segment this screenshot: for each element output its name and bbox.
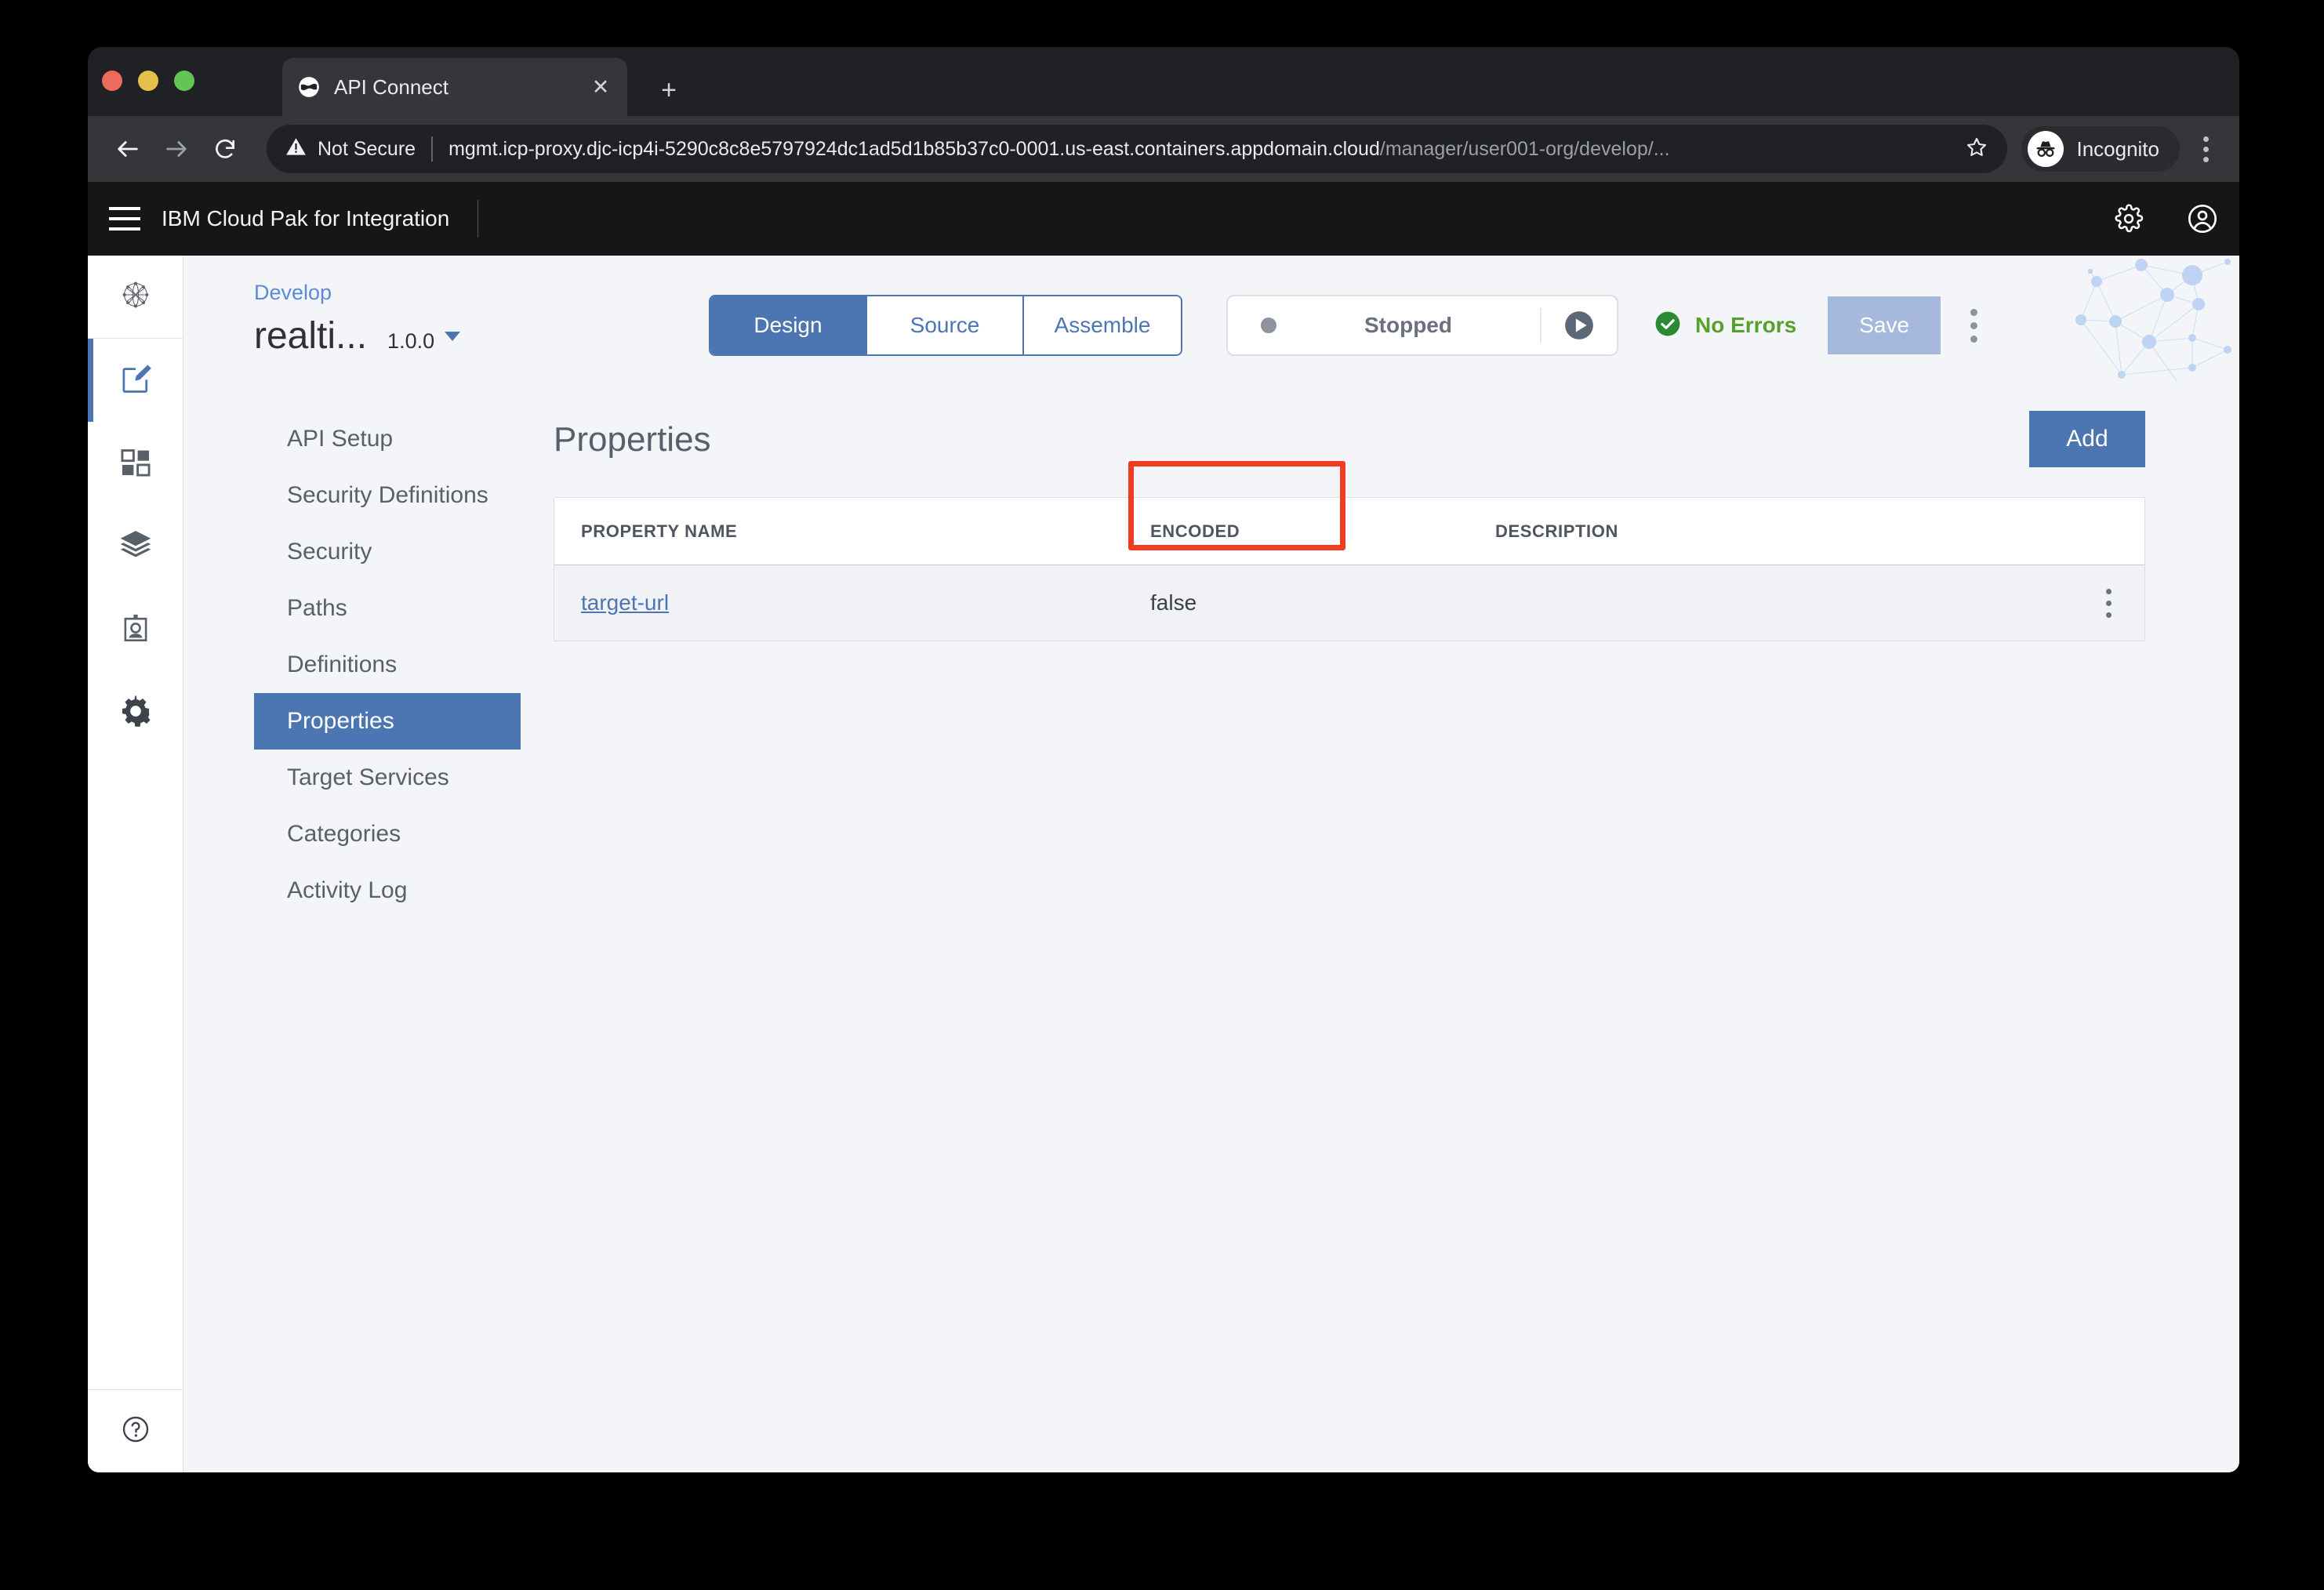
sidebar-item-api-setup[interactable]: API Setup [254,411,521,467]
breadcrumb[interactable]: Develop [254,281,693,305]
reload-icon[interactable] [201,125,249,173]
status-badge: Stopped [1276,313,1540,338]
gear-icon [119,695,152,731]
gear-icon[interactable] [2092,182,2166,256]
browser-toolbar: Not Secure mgmt.icp-proxy.djc-icp4i-5290… [88,116,2239,182]
security-status-label: Not Secure [318,138,416,161]
browser-window: API Connect ✕ + [88,47,2239,1472]
minimize-window-button[interactable] [138,71,158,91]
url-text: mgmt.icp-proxy.djc-icp4i-5290c8c8e579792… [448,138,1954,161]
api-status-control: Stopped [1226,295,1618,356]
browser-tab-title: API Connect [334,75,590,100]
page-title: realti... [254,314,367,358]
edit-document-icon [118,361,153,400]
table-header-row: PROPERTY NAME ENCODED DESCRIPTION [554,498,2144,565]
back-arrow-icon[interactable] [103,125,152,173]
kebab-menu-icon[interactable] [1956,296,1991,354]
api-title-block: Develop realti... 1.0.0 [254,273,693,358]
panel-head: Properties Add [554,411,2145,467]
tab-source[interactable]: Source [867,296,1024,354]
tab-design[interactable]: Design [710,296,867,354]
sidebar-item-activity-log[interactable]: Activity Log [254,862,521,919]
browser-tab-strip: API Connect ✕ + [88,47,2239,116]
sidebar-item-security-definitions[interactable]: Security Definitions [254,467,521,524]
property-name-link[interactable]: target-url [581,590,669,615]
star-icon[interactable] [1965,136,1988,163]
layers-icon [118,528,153,566]
sidebar-item-paths[interactable]: Paths [254,580,521,637]
api-version-label: 1.0.0 [387,329,434,354]
close-icon[interactable]: ✕ [590,77,612,98]
check-circle-icon [1653,309,1683,343]
maximize-window-button[interactable] [174,71,194,91]
product-title: IBM Cloud Pak for Integration [162,206,478,231]
content-area: Develop realti... 1.0.0 Design Source As… [183,256,2239,1472]
help-circle-icon [120,1414,151,1449]
url-host: mgmt.icp-proxy.djc-icp4i-5290c8c8e579792… [448,138,1380,160]
user-avatar-icon[interactable] [2166,182,2239,256]
api-toolbar: Design Source Assemble Stopped [693,273,2208,356]
cell-property-name: target-url [554,590,1150,615]
address-bar[interactable]: Not Secure mgmt.icp-proxy.djc-icp4i-5290… [267,125,2007,173]
hamburger-icon[interactable] [88,182,162,256]
incognito-profile-button[interactable]: Incognito [2021,126,2180,172]
sidebar-item-home[interactable] [88,256,183,339]
kebab-menu-icon[interactable] [2188,125,2224,173]
cell-encoded: false [1150,590,1495,615]
network-globe-icon [118,277,154,317]
status-dot-icon [1261,318,1276,333]
row-kebab-menu-icon[interactable] [2072,589,2144,618]
page-viewport: IBM Cloud Pak for Integration [88,182,2239,1472]
tab-assemble[interactable]: Assemble [1024,296,1181,354]
sidebar-item-stack[interactable] [88,505,183,588]
column-header-description: DESCRIPTION [1495,521,2072,542]
id-badge-icon [119,612,152,648]
sidebar-item-security[interactable]: Security [254,524,521,580]
browser-tab[interactable]: API Connect ✕ [282,58,627,116]
sidebar-item-dashboard[interactable] [88,422,183,505]
url-path: /manager/user001-org/develop/... [1380,138,1670,160]
window-controls [102,71,194,91]
sidebar-item-develop[interactable] [88,339,183,422]
new-tab-button[interactable]: + [655,77,682,103]
chevron-down-icon[interactable] [445,332,460,341]
app-header: IBM Cloud Pak for Integration [88,182,2239,256]
error-status: No Errors [1653,309,1796,343]
incognito-label: Incognito [2076,137,2159,162]
table-row[interactable]: target-url false [554,565,2144,641]
add-button[interactable]: Add [2029,411,2145,467]
app-body: Develop realti... 1.0.0 Design Source As… [88,256,2239,1472]
column-header-property-name: PROPERTY NAME [554,521,1150,542]
warning-triangle-icon [285,136,307,162]
save-button[interactable]: Save [1828,296,1941,354]
dashboard-tiles-icon [119,445,152,482]
sidebar-item-categories[interactable]: Categories [254,806,521,862]
globe-icon [298,76,320,98]
icon-rail [88,256,183,1472]
api-name-row: realti... 1.0.0 [254,314,693,358]
sidebar-item-identity[interactable] [88,588,183,671]
section-nav: API Setup Security Definitions Security … [254,394,521,1472]
properties-table: PROPERTY NAME ENCODED DESCRIPTION target… [554,497,2145,641]
panel-title: Properties [554,411,711,459]
rail-spacer [88,754,183,1389]
sidebar-item-definitions[interactable]: Definitions [254,637,521,693]
properties-panel: Properties Add PROPERTY NAME ENCODED DES… [521,394,2239,1472]
error-status-label: No Errors [1695,313,1796,338]
forward-arrow-icon[interactable] [152,125,201,173]
sidebar-item-target-services[interactable]: Target Services [254,750,521,806]
security-status[interactable]: Not Secure [285,136,433,162]
play-circle-icon[interactable] [1541,308,1617,343]
help-button[interactable] [88,1389,183,1472]
close-window-button[interactable] [102,71,122,91]
view-tab-group: Design Source Assemble [709,295,1182,356]
main-columns: API Setup Security Definitions Security … [183,394,2239,1472]
api-header: Develop realti... 1.0.0 Design Source As… [183,256,2239,394]
sidebar-item-properties[interactable]: Properties [254,693,521,750]
column-header-encoded: ENCODED [1150,521,1495,542]
incognito-icon [2028,131,2064,167]
sidebar-item-settings[interactable] [88,671,183,754]
